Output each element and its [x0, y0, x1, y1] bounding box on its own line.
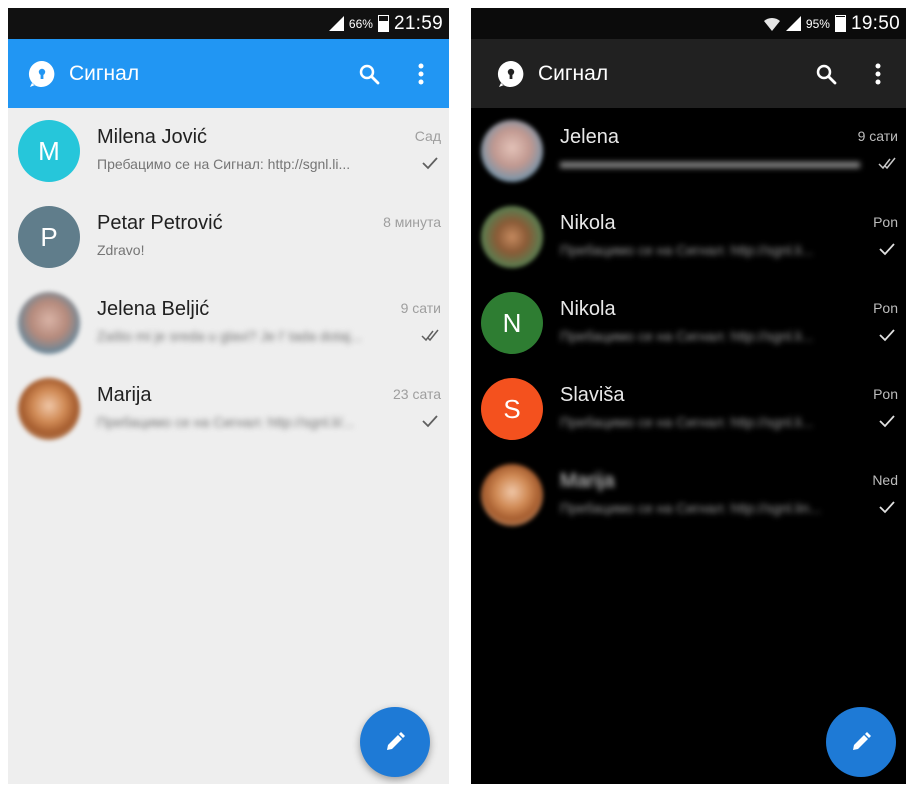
delivered-check-icon: [878, 156, 896, 170]
message-snippet: Пребацимо се на Сигнал: http://sgnl.li..…: [560, 414, 814, 430]
overflow-menu-icon[interactable]: [868, 60, 888, 88]
message-snippet: Zdravo!: [97, 242, 145, 258]
conversation-row[interactable]: Jelena Beljić 9 сати Zašto mi je sreda u…: [8, 280, 449, 366]
app-title: Сигнал: [69, 61, 140, 85]
sent-check-icon: [421, 414, 439, 428]
conversation-row[interactable]: Marija Ned Пребацимо се на Сигнал: http:…: [471, 452, 906, 538]
avatar: [481, 206, 543, 268]
message-snippet: Пребацимо се на Сигнал: http://sgnl.lin.…: [560, 500, 821, 516]
sent-check-icon: [878, 414, 896, 428]
avatar: P: [18, 206, 80, 268]
avatar: [18, 292, 80, 354]
message-time: Pon: [873, 386, 898, 402]
battery-icon: [377, 15, 389, 32]
compose-button[interactable]: [360, 707, 430, 777]
message-snippet: Пребацимо се на Сигнал: http://sgnl.li..…: [560, 242, 814, 258]
avatar: [481, 464, 543, 526]
message-time: 9 сати: [857, 128, 898, 144]
contact-name: Nikola: [560, 212, 616, 234]
conversation-row[interactable]: S Slaviša Pon Пребацимо се на Сигнал: ht…: [471, 366, 906, 452]
message-snippet: Пребацимо се на Сигнал: http://sgnl.li/.…: [97, 414, 355, 430]
signal-logo-icon: [497, 60, 524, 87]
contact-name: Marija: [560, 470, 615, 492]
app-toolbar: Сигнал: [471, 39, 906, 108]
contact-name: Petar Petrović: [97, 212, 223, 234]
message-time: Pon: [873, 214, 898, 230]
message-snippet: Пребацимо се на Сигнал: http://sgnl.li..…: [560, 328, 814, 344]
contact-name: Slaviša: [560, 384, 625, 406]
status-bar: 95% 19:50: [471, 8, 906, 39]
contact-name: Milena Jović: [97, 126, 208, 148]
sent-check-icon: [878, 500, 896, 514]
sent-check-icon: [878, 328, 896, 342]
avatar: [481, 120, 543, 182]
pencil-icon: [387, 732, 405, 750]
battery-icon: [834, 15, 846, 32]
contact-name: Nikola: [560, 298, 616, 320]
delivered-check-icon: [421, 328, 439, 342]
pencil-icon: [853, 732, 871, 750]
message-time: 8 минута: [383, 214, 441, 230]
clock: 19:50: [850, 12, 900, 34]
avatar: [18, 378, 80, 440]
message-time: Сад: [414, 128, 441, 144]
message-snippet: Zašto mi je sreda u glavi? Je l' tada do…: [97, 328, 362, 344]
search-icon[interactable]: [355, 60, 383, 88]
avatar: N: [481, 292, 543, 354]
conversation-list: M Milena Jović Сад Пребацимо се на Сигна…: [8, 108, 449, 452]
contact-name: Jelena Beljić: [97, 298, 210, 320]
compose-button[interactable]: [826, 707, 896, 777]
conversation-row[interactable]: N Nikola Pon Пребацимо се на Сигнал: htt…: [471, 280, 906, 366]
conversation-row[interactable]: M Milena Jović Сад Пребацимо се на Сигна…: [8, 108, 449, 194]
sent-check-icon: [878, 242, 896, 256]
message-snippet: [560, 156, 870, 172]
contact-name: Jelena: [560, 126, 619, 148]
search-icon[interactable]: [812, 60, 840, 88]
cell-signal-icon: [328, 16, 344, 31]
battery-percent: 66%: [348, 16, 373, 31]
status-bar: 66% 21:59: [8, 8, 449, 39]
cell-signal-icon: [785, 16, 801, 31]
contact-name: Marija: [97, 384, 152, 406]
conversation-row[interactable]: P Petar Petrović 8 минута Zdravo!: [8, 194, 449, 280]
battery-percent: 95%: [805, 16, 830, 31]
signal-logo-icon: [28, 60, 55, 87]
light-theme-screen: 66% 21:59 Сигнал M Milena Jović Сад Преб…: [8, 8, 449, 784]
avatar: M: [18, 120, 80, 182]
avatar: S: [481, 378, 543, 440]
overflow-menu-icon[interactable]: [411, 60, 431, 88]
message-time: 23 сата: [393, 386, 441, 402]
app-title: Сигнал: [538, 61, 609, 85]
wifi-icon: [763, 16, 781, 32]
conversation-list: Jelena 9 сати Nikola Pon Пребацимо се на…: [471, 108, 906, 538]
sent-check-icon: [421, 156, 439, 170]
conversation-row[interactable]: Jelena 9 сати: [471, 108, 906, 194]
message-time: 9 сати: [400, 300, 441, 316]
message-time: Ned: [872, 472, 898, 488]
message-snippet: Пребацимо се на Сигнал: http://sgnl.li..…: [97, 156, 351, 172]
conversation-row[interactable]: Nikola Pon Пребацимо се на Сигнал: http:…: [471, 194, 906, 280]
message-time: Pon: [873, 300, 898, 316]
conversation-row[interactable]: Marija 23 сата Пребацимо се на Сигнал: h…: [8, 366, 449, 452]
app-toolbar: Сигнал: [8, 39, 449, 108]
dark-theme-screen: 95% 19:50 Сигнал Jelena 9 сати Nikola Po…: [471, 8, 906, 784]
clock: 21:59: [393, 12, 443, 34]
